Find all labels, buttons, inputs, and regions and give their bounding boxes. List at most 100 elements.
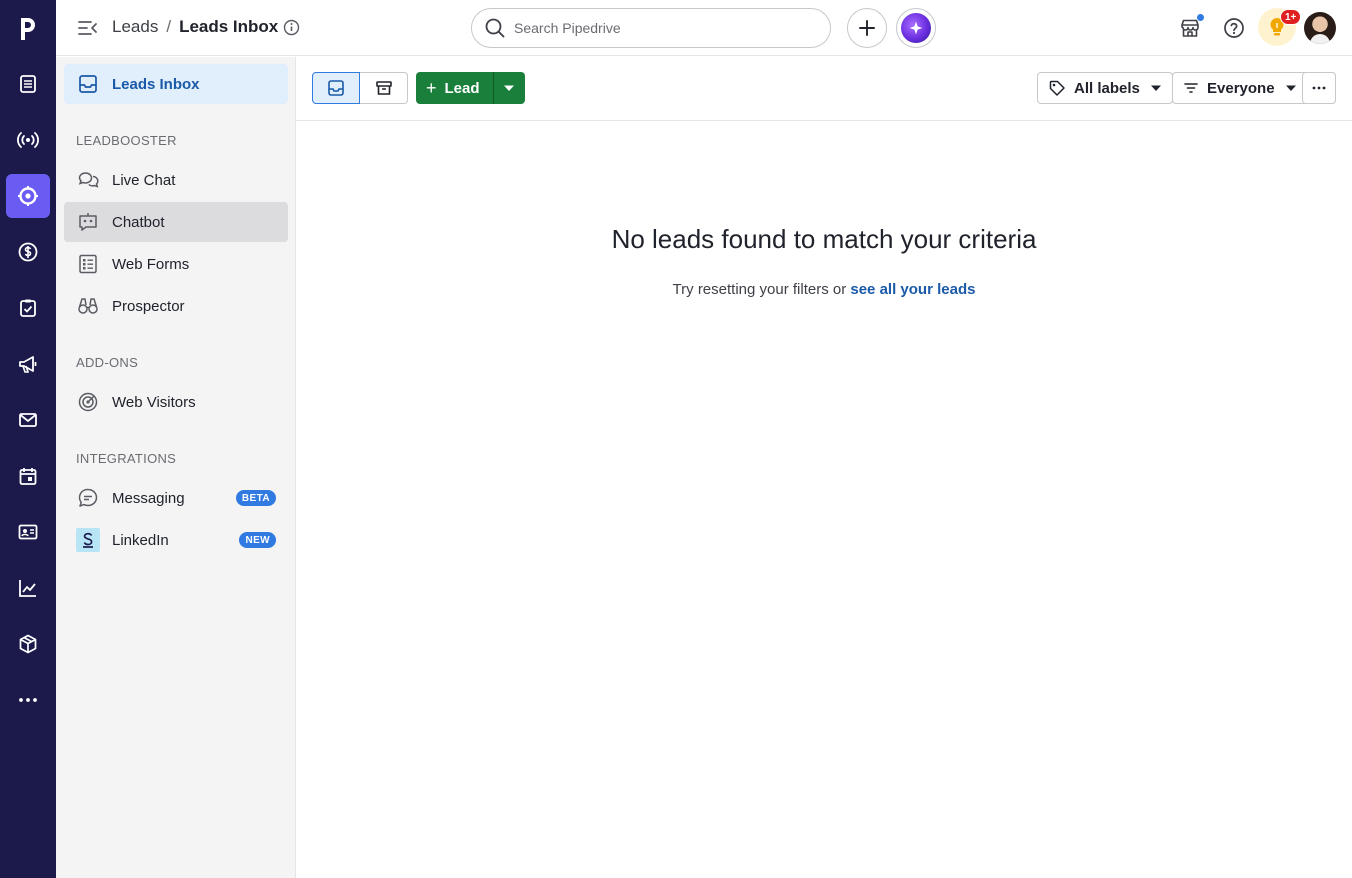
app-rail xyxy=(0,0,56,878)
search-input[interactable] xyxy=(514,20,804,36)
broadcast-icon xyxy=(17,132,39,148)
new-badge: NEW xyxy=(239,532,276,548)
add-lead-label: Lead xyxy=(444,79,480,97)
inbox-view-button[interactable] xyxy=(312,72,360,104)
sidebar-item-chatbot[interactable]: Chatbot xyxy=(64,202,288,242)
sidebar-item-label: Chatbot xyxy=(112,213,165,231)
sidebar-item-web-visitors[interactable]: Web Visitors xyxy=(64,382,288,422)
owner-filter-label: Everyone xyxy=(1207,79,1275,97)
empty-state-hint: Try resetting your filters or xyxy=(672,281,851,298)
sidebar-item-label: Messaging xyxy=(112,489,185,507)
archive-view-button[interactable] xyxy=(360,72,408,104)
empty-state-subtitle: Try resetting your filters or see all yo… xyxy=(296,281,1352,298)
sidebar-item-prospector[interactable]: Prospector xyxy=(64,286,288,326)
help-button[interactable] xyxy=(1220,14,1248,42)
dollar-icon xyxy=(18,242,38,262)
products-icon xyxy=(19,634,37,654)
view-toggle xyxy=(312,72,408,104)
leads-doc-icon xyxy=(20,75,36,93)
pipedrive-logo[interactable] xyxy=(0,0,56,56)
see-all-leads-link[interactable]: see all your leads xyxy=(850,281,975,298)
user-avatar[interactable] xyxy=(1304,12,1336,44)
tag-icon xyxy=(1048,79,1066,97)
caret-down-icon xyxy=(1285,84,1297,92)
ellipsis-icon xyxy=(1312,86,1326,90)
search-icon xyxy=(485,18,505,38)
sidebar-item-web-forms[interactable]: Web Forms xyxy=(64,244,288,284)
sidebar-item-label: Prospector xyxy=(112,297,185,315)
rail-broadcast[interactable] xyxy=(6,118,50,162)
binoculars-icon xyxy=(76,294,100,318)
rail-activities[interactable] xyxy=(6,286,50,330)
calendar-icon xyxy=(19,468,37,485)
leads-toolbar: + Lead All labels Everyone xyxy=(296,57,1352,121)
more-actions-button[interactable] xyxy=(1302,72,1336,104)
rail-calendar[interactable] xyxy=(6,454,50,498)
labels-filter-button[interactable]: All labels xyxy=(1037,72,1173,104)
add-lead-dropdown-button[interactable] xyxy=(492,72,525,104)
help-icon xyxy=(1224,18,1244,38)
linkedin-integration-icon xyxy=(76,528,100,552)
target-icon xyxy=(18,186,38,206)
inbox-icon xyxy=(76,72,100,96)
more-icon xyxy=(19,698,37,702)
rail-campaigns[interactable] xyxy=(6,342,50,386)
sidebar-item-label: LinkedIn xyxy=(112,531,169,549)
contacts-icon xyxy=(18,524,38,540)
section-title-leadbooster: LEADBOOSTER xyxy=(76,133,177,148)
rail-products[interactable] xyxy=(6,622,50,666)
empty-state-title: No leads found to match your criteria xyxy=(611,224,1037,254)
chat-bubbles-icon xyxy=(76,168,100,192)
ai-sparkle-icon xyxy=(901,13,931,43)
ai-assistant-button[interactable] xyxy=(896,8,936,48)
plus-icon xyxy=(859,20,875,36)
notification-count-badge: 1+ xyxy=(1280,9,1302,25)
sidebar-item-label: Web Forms xyxy=(112,255,190,273)
sidebar-item-label: Leads Inbox xyxy=(112,75,200,93)
form-icon xyxy=(76,252,100,276)
labels-filter-label: All labels xyxy=(1074,79,1140,97)
sidebar-item-linkedin[interactable]: LinkedIn NEW xyxy=(64,520,288,560)
collapse-sidebar-button[interactable] xyxy=(76,16,100,40)
sidebar-item-label: Live Chat xyxy=(112,171,176,189)
top-bar: Leads / Leads Inbox 1+ xyxy=(56,0,1352,56)
megaphone-icon xyxy=(19,356,37,373)
add-lead-button-group: + Lead xyxy=(416,72,525,104)
breadcrumb-leads[interactable]: Leads xyxy=(112,17,158,37)
rail-more[interactable] xyxy=(6,678,50,722)
rail-mail[interactable] xyxy=(6,398,50,442)
sidebar-item-label: Web Visitors xyxy=(112,393,196,411)
archive-icon xyxy=(375,81,392,95)
leads-sidebar: Leads Inbox LEADBOOSTER Live Chat Chatbo… xyxy=(56,57,296,878)
insights-icon xyxy=(19,580,36,597)
rail-insights[interactable] xyxy=(6,566,50,610)
info-icon[interactable] xyxy=(283,19,300,36)
inbox-icon xyxy=(328,80,344,96)
breadcrumb: Leads / Leads Inbox xyxy=(112,17,300,37)
owner-filter-button[interactable]: Everyone xyxy=(1172,72,1308,104)
rail-leads-doc[interactable] xyxy=(6,62,50,106)
plus-icon: + xyxy=(426,78,437,98)
rail-leads-target[interactable] xyxy=(6,174,50,218)
mail-icon xyxy=(19,413,37,427)
sidebar-item-leads-inbox[interactable]: Leads Inbox xyxy=(64,64,288,104)
marketplace-notification-dot xyxy=(1197,14,1204,21)
radar-icon xyxy=(76,390,100,414)
rail-contacts[interactable] xyxy=(6,510,50,554)
filter-icon xyxy=(1183,80,1199,96)
caret-down-icon xyxy=(1150,84,1162,92)
section-title-addons: ADD-ONS xyxy=(76,355,139,370)
caret-down-icon xyxy=(504,85,515,91)
activities-icon xyxy=(20,299,36,317)
sidebar-item-messaging[interactable]: Messaging BETA xyxy=(64,478,288,518)
search-box[interactable] xyxy=(471,8,831,48)
add-lead-button[interactable]: + Lead xyxy=(416,72,493,104)
quick-add-button[interactable] xyxy=(847,8,887,48)
rail-deals[interactable] xyxy=(6,230,50,274)
message-bubble-icon xyxy=(76,486,100,510)
collapse-menu-icon xyxy=(78,21,97,35)
page-title: Leads Inbox xyxy=(179,17,279,36)
chatbot-icon xyxy=(76,210,100,234)
section-title-integrations: INTEGRATIONS xyxy=(76,451,177,466)
sidebar-item-live-chat[interactable]: Live Chat xyxy=(64,160,288,200)
